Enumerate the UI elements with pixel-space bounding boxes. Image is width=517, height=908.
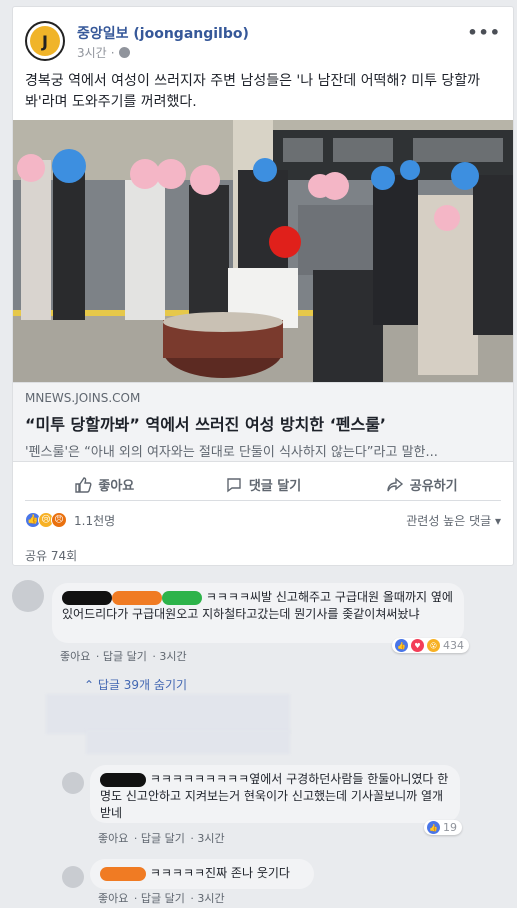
redacted-name bbox=[112, 590, 162, 605]
hide-replies-link[interactable]: ⌃ 답글 39개 숨기기 bbox=[84, 676, 187, 693]
post-image[interactable] bbox=[13, 120, 513, 382]
redacted-name bbox=[162, 590, 202, 605]
comment-icon bbox=[227, 477, 241, 492]
comment-button[interactable]: 댓글 달기 bbox=[184, 469, 343, 500]
page-avatar[interactable]: J bbox=[25, 21, 65, 61]
comment-reaction-count: 434 bbox=[443, 639, 464, 652]
love-reaction-icon: ♥ bbox=[411, 639, 424, 652]
replier-avatar[interactable] bbox=[62, 772, 84, 794]
post-actions: 좋아요 댓글 달기 공유하기 bbox=[25, 469, 501, 501]
more-horizontal-icon[interactable]: ••• bbox=[467, 23, 501, 42]
like-reaction-icon: 👍 bbox=[427, 821, 440, 834]
page-logo-icon: J bbox=[30, 26, 60, 56]
redacted-name bbox=[100, 772, 146, 787]
reply-meta: 좋아요 · 답글 달기 · 3시간 bbox=[98, 832, 225, 845]
share-count[interactable]: 공유 74회 bbox=[25, 547, 77, 564]
thumbs-up-icon bbox=[75, 476, 92, 493]
reply-reaction-count: 19 bbox=[443, 821, 457, 834]
post-header: J 중앙일보 (joongangilbo) 3시간 · ••• bbox=[25, 19, 501, 63]
like-reaction-icon: 👍 bbox=[395, 639, 408, 652]
reply-meta: 좋아요 · 답글 달기 · 3시간 bbox=[98, 892, 225, 905]
share-icon bbox=[387, 477, 403, 491]
reply-reply-link[interactable]: 답글 달기 bbox=[141, 892, 185, 905]
reply-bubble: ㅋㅋㅋㅋㅋ진짜 존나 웃기다 bbox=[90, 859, 314, 889]
like-button[interactable]: 좋아요 bbox=[25, 469, 184, 500]
hide-replies-label: 답글 39개 숨기기 bbox=[97, 678, 188, 692]
link-preview[interactable]: MNEWS.JOINS.COM “미투 당할까봐” 역에서 쓰러진 여성 방치한… bbox=[13, 382, 513, 462]
comment-reply-link[interactable]: 답글 달기 bbox=[103, 650, 147, 663]
reply-reply-link[interactable]: 답글 달기 bbox=[141, 832, 185, 845]
blurred-area bbox=[46, 694, 290, 734]
link-description: '펜스룰'은 “아내 외의 여자와는 절대로 단둘이 식사하지 않는다”라고 말… bbox=[25, 445, 438, 460]
link-domain: MNEWS.JOINS.COM bbox=[25, 391, 141, 405]
reply-reaction-badge[interactable]: 👍 19 bbox=[424, 820, 462, 835]
share-button[interactable]: 공유하기 bbox=[342, 469, 501, 500]
reply-time[interactable]: 3시간 bbox=[197, 892, 224, 905]
link-title[interactable]: “미투 당할까봐” 역에서 쓰러진 여성 방치한 ‘펜스룰’ bbox=[25, 411, 501, 435]
redacted-name bbox=[100, 866, 146, 881]
commenter-avatar[interactable] bbox=[12, 580, 44, 612]
post-text: 경복궁 역에서 여성이 쓰러지자 주변 남성들은 '나 남잔데 어떡해? 미투 … bbox=[25, 73, 481, 110]
comment-meta: 좋아요 · 답글 달기 · 3시간 bbox=[60, 650, 187, 663]
globe-icon bbox=[118, 47, 130, 58]
comment-label: 댓글 달기 bbox=[248, 479, 302, 494]
share-label: 공유하기 bbox=[409, 479, 458, 494]
wow-reaction-icon: 😮 bbox=[427, 639, 440, 652]
angry-reaction-icon: 😠 bbox=[51, 512, 67, 528]
reply-like-link[interactable]: 좋아요 bbox=[98, 832, 128, 845]
reply-text: ㅋㅋㅋㅋㅋㅋㅋㅋㅋ옆에서 구경하던사람들 한둘아니였다 한명도 신고안하고 지켜… bbox=[100, 772, 449, 820]
post-card: J 중앙일보 (joongangilbo) 3시간 · ••• 경복궁 역에서 … bbox=[12, 6, 514, 566]
like-label: 좋아요 bbox=[98, 479, 135, 494]
blurred-area bbox=[86, 730, 290, 754]
reply-time[interactable]: 3시간 bbox=[197, 832, 224, 845]
comment-bubble: ㅋㅋㅋㅋ씨발 신고해주고 구급대원 올때까지 옆에있어드리다가 구급대원오고 지… bbox=[52, 583, 464, 643]
comment-reaction-badge[interactable]: 👍 ♥ 😮 434 bbox=[392, 638, 469, 653]
comment-time[interactable]: 3시간 bbox=[159, 650, 186, 663]
replier-avatar[interactable] bbox=[62, 866, 84, 888]
reaction-summary[interactable]: 👍 😢 😠 1.1천명 bbox=[25, 512, 115, 529]
comment-sort-dropdown[interactable]: 관련성 높은 댓글 ▾ bbox=[406, 512, 501, 529]
comment-like-link[interactable]: 좋아요 bbox=[60, 650, 90, 663]
subway-photo bbox=[13, 120, 513, 382]
post-meta: 3시간 · bbox=[77, 44, 130, 61]
reaction-count: 1.1천명 bbox=[74, 513, 116, 528]
reply-text: ㅋㅋㅋㅋㅋ진짜 존나 웃기다 bbox=[149, 866, 290, 880]
reply-bubble: ㅋㅋㅋㅋㅋㅋㅋㅋㅋ옆에서 구경하던사람들 한둘아니였다 한명도 신고안하고 지켜… bbox=[90, 765, 460, 823]
reactions-row: 👍 😢 😠 1.1천명 관련성 높은 댓글 ▾ bbox=[25, 509, 501, 531]
page-name[interactable]: 중앙일보 (joongangilbo) bbox=[77, 23, 249, 43]
reply-like-link[interactable]: 좋아요 bbox=[98, 892, 128, 905]
redacted-name bbox=[62, 590, 112, 605]
chevron-up-icon: ⌃ bbox=[84, 678, 95, 692]
post-time[interactable]: 3시간 bbox=[77, 44, 107, 61]
